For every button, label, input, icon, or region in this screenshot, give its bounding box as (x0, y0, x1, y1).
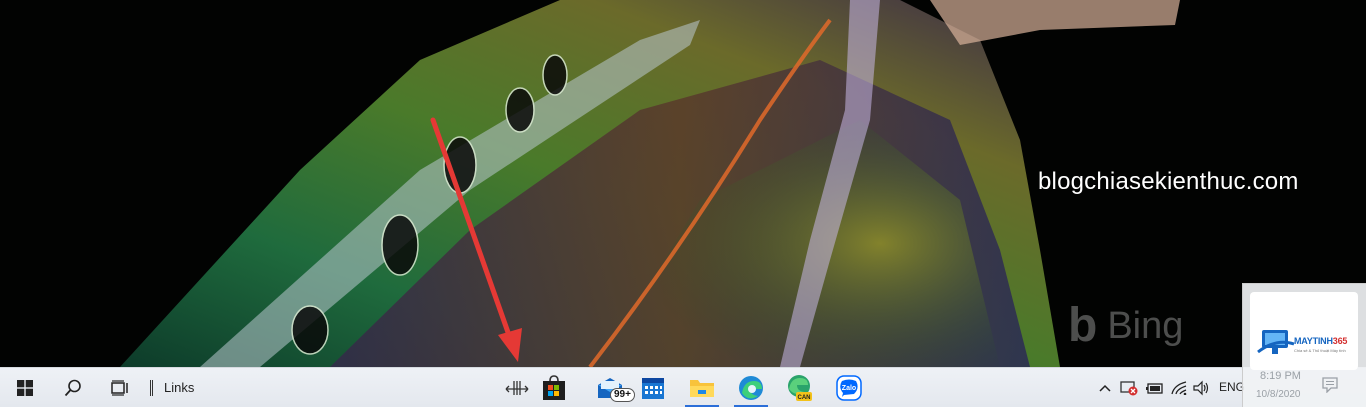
taskbar-app-zalo[interactable]: Zalo (827, 368, 871, 407)
bing-watermark: b Bing (1068, 302, 1183, 350)
action-center-icon (1322, 377, 1338, 394)
bing-label: Bing (1107, 305, 1184, 347)
volume-icon (1193, 380, 1209, 396)
edge-canary-icon: CAN (788, 375, 812, 401)
brand-tagline: Chia sẻ & Thủ thuật Máy tính (1294, 348, 1346, 353)
tray-wifi[interactable] (1168, 368, 1190, 407)
action-center-button[interactable] (1322, 377, 1338, 398)
taskbar-app-edge-canary[interactable]: CAN (778, 368, 822, 407)
folder-icon (690, 380, 714, 397)
defender-alert-icon (1120, 381, 1138, 396)
battery-icon (1146, 383, 1163, 394)
tray-battery[interactable] (1143, 368, 1165, 407)
desktop-wallpaper: blogchiasekienthuc.com b Bing (0, 0, 1366, 367)
chevron-up-icon (1099, 384, 1111, 392)
taskbar-app-edge[interactable] (729, 368, 773, 407)
task-view-icon (111, 380, 128, 396)
wifi-icon (1171, 381, 1187, 395)
toolbar-grip-icon (505, 381, 529, 395)
taskbar: Links 99+ CAN Zalo ENG (0, 367, 1366, 407)
clock-time[interactable]: 8:19 PM (1260, 370, 1301, 382)
start-button[interactable] (8, 368, 42, 407)
clock-date[interactable]: 10/8/2020 (1256, 389, 1301, 400)
brand-logo-text: MAYTINH365 (1294, 336, 1347, 346)
edge-canary-label: CAN (798, 395, 811, 401)
task-view-button[interactable] (103, 368, 137, 407)
tray-volume[interactable] (1191, 368, 1213, 407)
toolbar-grip-handle[interactable] (503, 368, 531, 407)
maytinh365-logo-icon (1257, 330, 1295, 354)
taskbar-app-file-explorer[interactable] (680, 368, 724, 407)
zalo-icon: Zalo (836, 375, 862, 401)
bing-logo-icon: b (1068, 299, 1098, 352)
toolbar-separator[interactable] (150, 380, 153, 396)
brand-logo-card (1250, 292, 1358, 370)
windows-logo-icon (17, 380, 33, 396)
brand-number-text: 365 (1332, 336, 1348, 346)
brand-main-text: MAYTINH (1294, 336, 1333, 346)
site-watermark: blogchiasekienthuc.com (1038, 168, 1299, 195)
search-icon (64, 379, 81, 397)
taskbar-app-calendar[interactable] (631, 368, 675, 407)
search-button[interactable] (56, 368, 90, 407)
show-hidden-icons-button[interactable] (1096, 368, 1114, 407)
taskbar-app-mail[interactable]: 99+ (588, 368, 635, 407)
calendar-icon (642, 378, 664, 399)
zalo-label: Zalo (842, 385, 856, 392)
store-bag-icon (543, 375, 565, 400)
taskbar-app-store[interactable] (532, 368, 576, 407)
edge-icon (739, 376, 763, 400)
tray-defender[interactable] (1118, 368, 1140, 407)
links-toolbar-label[interactable]: Links (164, 380, 194, 395)
